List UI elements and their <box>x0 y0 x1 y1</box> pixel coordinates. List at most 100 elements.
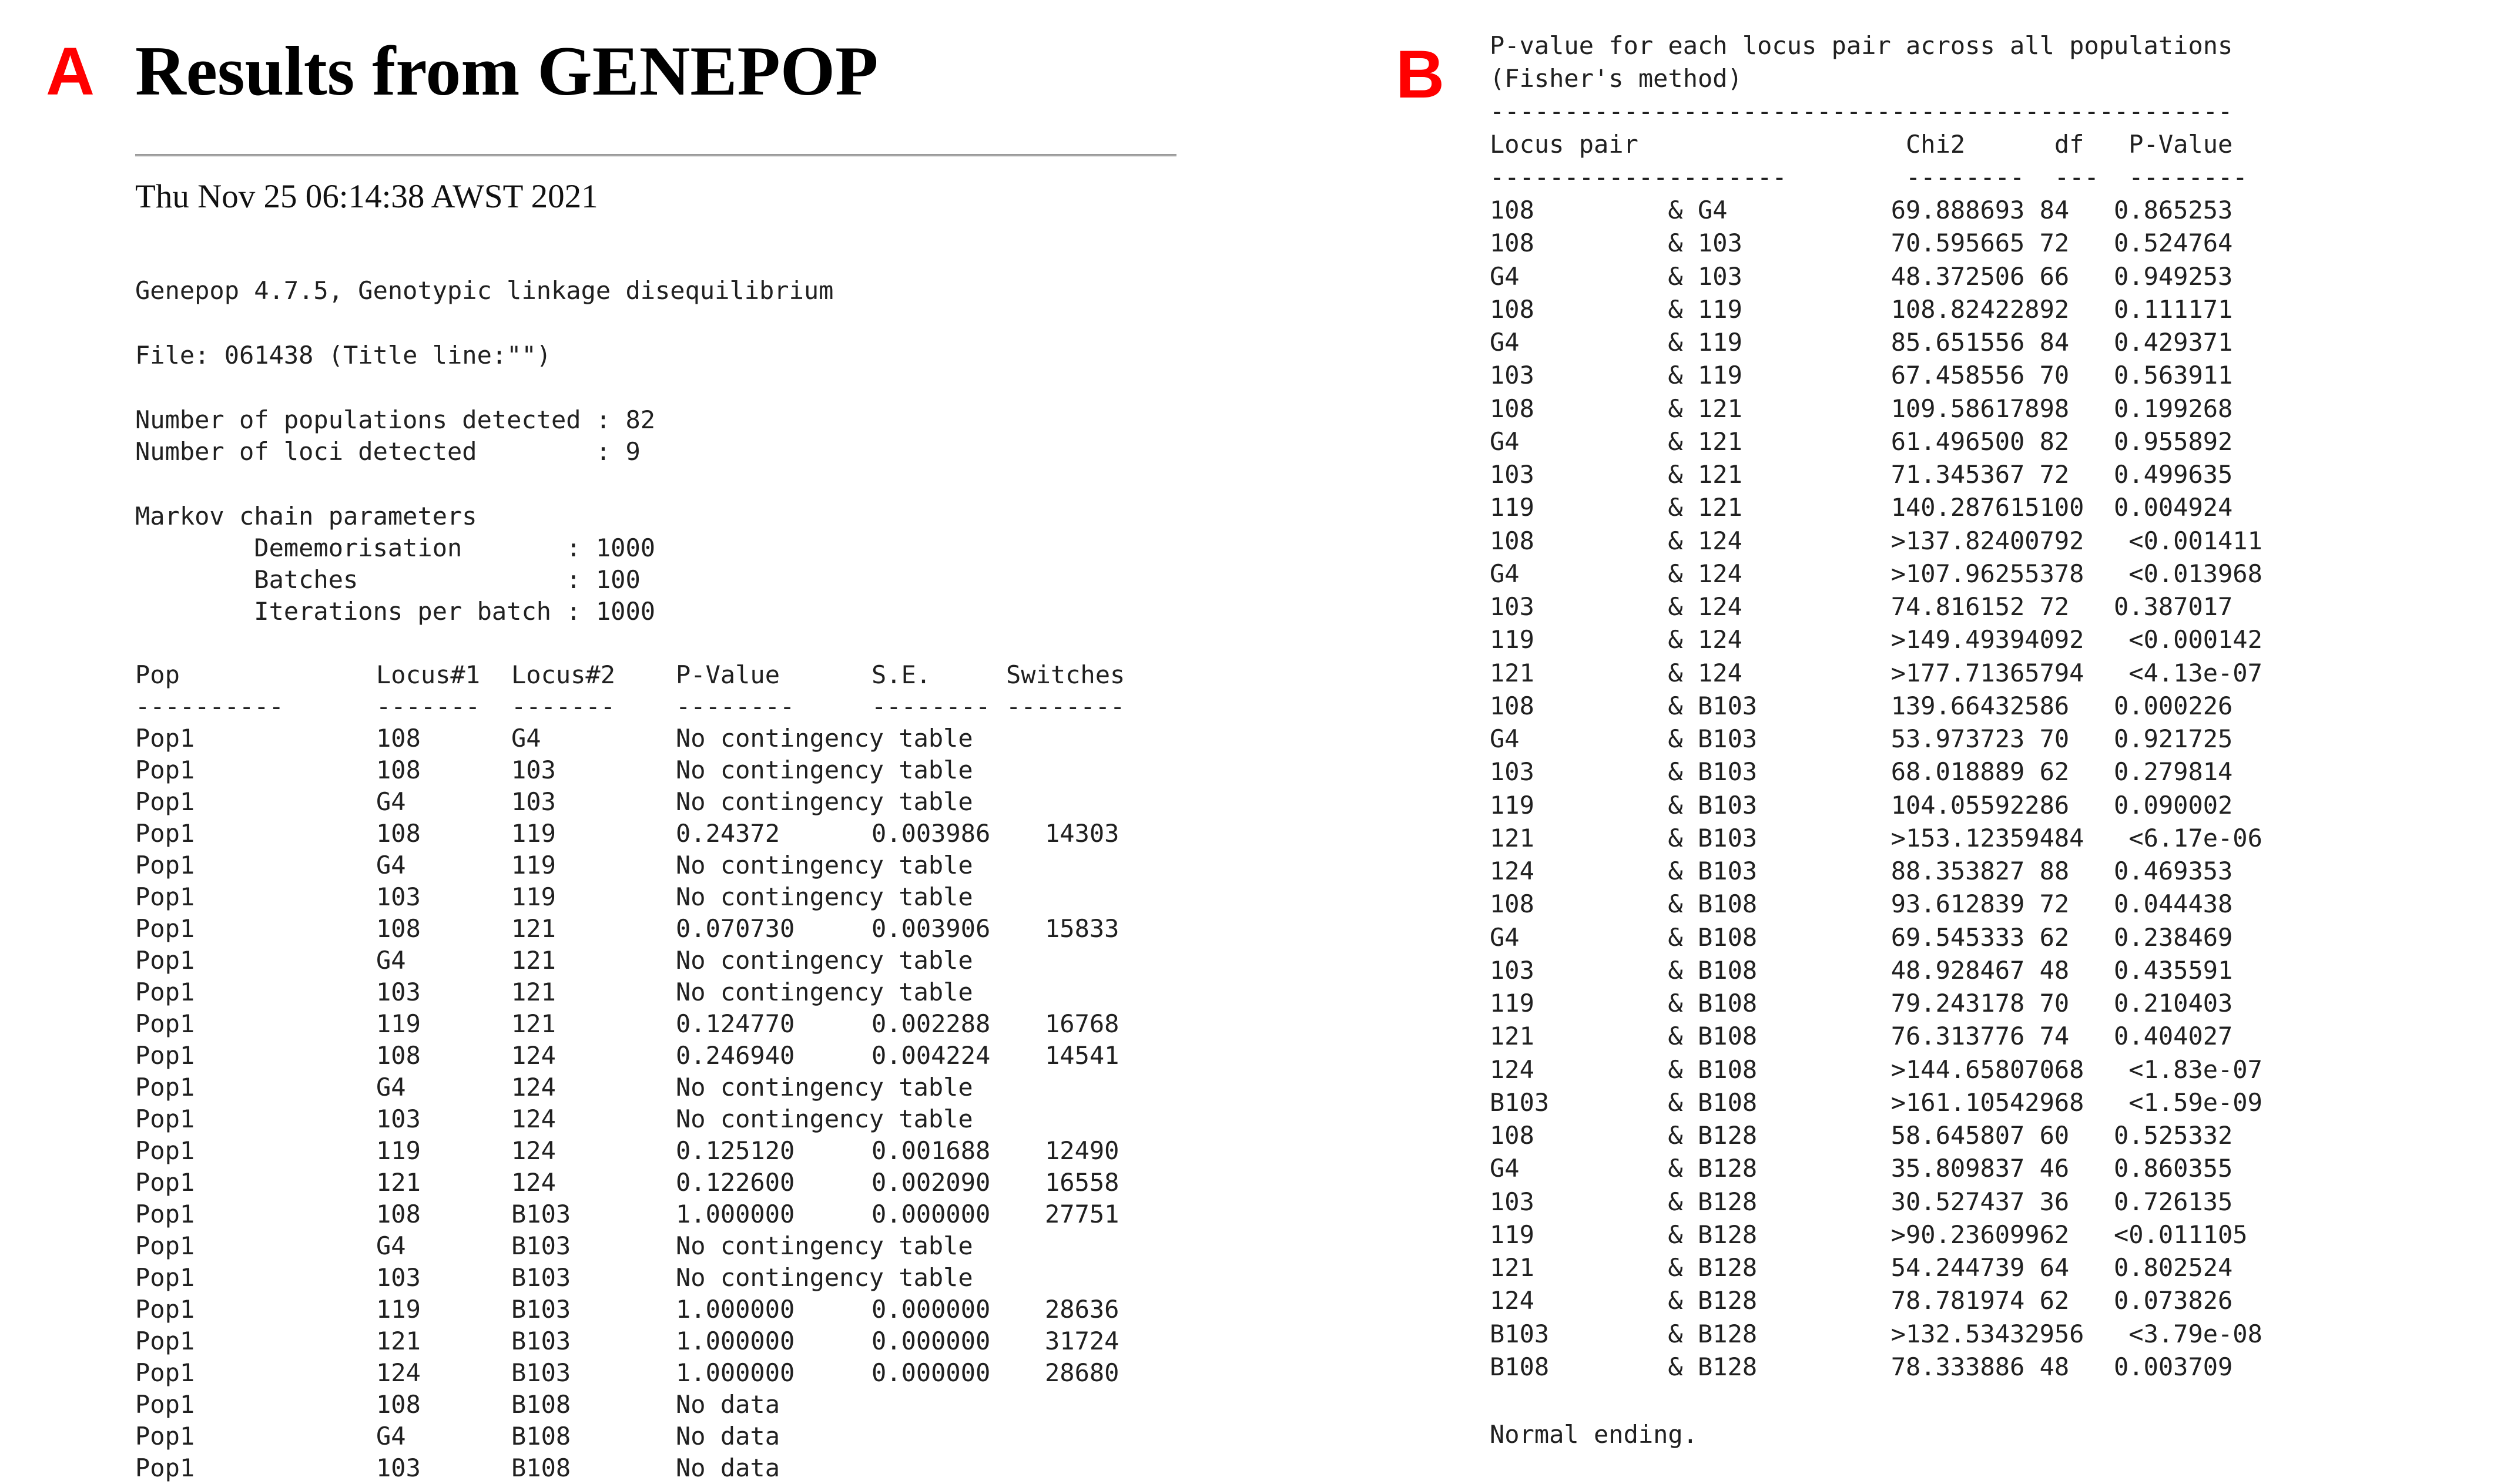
cell-pop: Pop1 <box>135 1136 195 1165</box>
cell-p-value: No data <box>676 1453 780 1482</box>
cell-p-value: 0.24372 <box>676 819 780 848</box>
locus-pair-row: 108 & B103 139.66432586 0.000226 <box>1490 691 2233 720</box>
cell-locus1: 121 <box>376 1168 421 1197</box>
cell-pop: Pop1 <box>135 1295 195 1324</box>
batches-line: Batches : 100 <box>135 565 641 594</box>
column-header-switches: Switches <box>1006 660 1125 689</box>
fisher-header-line2: (Fisher's method) <box>1490 64 1742 93</box>
cell-switches: 28680 <box>1045 1358 1119 1387</box>
cell-p-value: 1.000000 <box>676 1358 795 1387</box>
cell-locus1: G4 <box>376 787 406 816</box>
cell-pop: Pop1 <box>135 946 195 975</box>
cell-pop: Pop1 <box>135 1200 195 1228</box>
locus-pair-row: 108 & B108 93.612839 72 0.044438 <box>1490 889 2233 918</box>
locus-pair-row: G4 & 103 48.372506 66 0.949253 <box>1490 262 2233 291</box>
cell-p-value: 0.246940 <box>676 1041 795 1070</box>
cell-pop: Pop1 <box>135 914 195 943</box>
cell-p-value: No contingency table <box>676 1263 973 1292</box>
locus-pair-row: G4 & 121 61.496500 82 0.955892 <box>1490 427 2233 456</box>
cell-p-value: 0.124770 <box>676 1009 795 1038</box>
cell-locus1: G4 <box>376 1422 406 1451</box>
locus-pair-row: 108 & 119 108.82422892 0.111171 <box>1490 295 2233 324</box>
cell-se: 0.002090 <box>871 1168 991 1197</box>
cell-p-value: 0.070730 <box>676 914 795 943</box>
cell-pop: Pop1 <box>135 882 195 911</box>
locus-pair-row: 124 & B128 78.781974 62 0.073826 <box>1490 1286 2233 1315</box>
cell-pop: Pop1 <box>135 1390 195 1419</box>
panel-b-label: B <box>1396 37 1445 112</box>
cell-locus1: 119 <box>376 1009 421 1038</box>
locus-pair-row: 121 & B108 76.313776 74 0.404027 <box>1490 1022 2233 1050</box>
locus-pair-row: 108 & 121 109.58617898 0.199268 <box>1490 394 2233 423</box>
cell-p-value: 1.000000 <box>676 1327 795 1355</box>
cell-p-value: 1.000000 <box>676 1295 795 1324</box>
cell-p-value: No contingency table <box>676 946 973 975</box>
locus-pair-row: 103 & 119 67.458556 70 0.563911 <box>1490 361 2233 390</box>
cell-pop: Pop1 <box>135 1231 195 1260</box>
cell-pop: Pop1 <box>135 1263 195 1292</box>
cell-locus1: 121 <box>376 1327 421 1355</box>
run-date: Thu Nov 25 06:14:38 AWST 2021 <box>135 178 598 215</box>
cell-locus1: 103 <box>376 1104 421 1133</box>
cell-pop: Pop1 <box>135 1104 195 1133</box>
cell-locus2: 121 <box>511 1009 556 1038</box>
locus-pair-row: G4 & B103 53.973723 70 0.921725 <box>1490 724 2233 753</box>
title-divider <box>135 154 1176 157</box>
loci-count-line: Number of loci detected : 9 <box>135 437 641 466</box>
cell-pop: Pop1 <box>135 756 195 784</box>
locus-pair-row: 121 & B128 54.244739 64 0.802524 <box>1490 1253 2233 1282</box>
cell-locus1: G4 <box>376 1231 406 1260</box>
cell-locus2: 121 <box>511 978 556 1006</box>
locus-pair-row: 124 & B108 >144.65807068 <1.83e-07 <box>1490 1055 2262 1084</box>
cell-p-value: 0.122600 <box>676 1168 795 1197</box>
cell-locus2: G4 <box>511 724 541 753</box>
cell-locus1: 119 <box>376 1136 421 1165</box>
column-rule: -------------------- -------- --- ------… <box>1490 163 2248 192</box>
page-title: Results from GENEPOP <box>135 32 879 110</box>
locus-pair-row: 119 & B103 104.05592286 0.090002 <box>1490 791 2233 820</box>
column-separator-se: -------- <box>871 692 991 721</box>
locus-pair-row: G4 & B128 35.809837 46 0.860355 <box>1490 1154 2233 1183</box>
cell-locus2: 124 <box>511 1104 556 1133</box>
cell-pop: Pop1 <box>135 724 195 753</box>
panel-a-label: A <box>46 34 95 109</box>
cell-locus2: 103 <box>511 756 556 784</box>
cell-locus2: 119 <box>511 819 556 848</box>
cell-locus1: G4 <box>376 851 406 879</box>
cell-locus1: 108 <box>376 1200 421 1228</box>
locus-pair-row: 103 & 124 74.816152 72 0.387017 <box>1490 592 2233 621</box>
locus-pair-row: 119 & B128 >90.23609962 <0.011105 <box>1490 1220 2248 1249</box>
cell-locus2: B108 <box>511 1390 571 1419</box>
cell-locus2: B103 <box>511 1295 571 1324</box>
cell-p-value: No contingency table <box>676 1073 973 1102</box>
cell-locus1: 108 <box>376 1390 421 1419</box>
locus-pair-row: 103 & B128 30.527437 36 0.726135 <box>1490 1187 2233 1216</box>
populations-count-line: Number of populations detected : 82 <box>135 405 656 434</box>
cell-se: 0.000000 <box>871 1358 991 1387</box>
cell-p-value: No contingency table <box>676 851 973 879</box>
cell-p-value: No data <box>676 1390 780 1419</box>
cell-locus2: 124 <box>511 1041 556 1070</box>
cell-locus2: B103 <box>511 1327 571 1355</box>
cell-locus2: 119 <box>511 851 556 879</box>
cell-locus2: B103 <box>511 1263 571 1292</box>
cell-se: 0.000000 <box>871 1295 991 1324</box>
cell-p-value: No contingency table <box>676 882 973 911</box>
locus-pair-row: 108 & 124 >137.82400792 <0.001411 <box>1490 526 2262 555</box>
cell-switches: 28636 <box>1045 1295 1119 1324</box>
locus-pair-row: B103 & B128 >132.53432956 <3.79e-08 <box>1490 1320 2262 1348</box>
cell-pop: Pop1 <box>135 1422 195 1451</box>
cell-p-value: 0.125120 <box>676 1136 795 1165</box>
cell-locus1: G4 <box>376 1073 406 1102</box>
cell-locus2: B103 <box>511 1358 571 1387</box>
cell-pop: Pop1 <box>135 851 195 879</box>
cell-locus1: 108 <box>376 819 421 848</box>
cell-pop: Pop1 <box>135 1327 195 1355</box>
locus-pair-row: G4 & B108 69.545333 62 0.238469 <box>1490 923 2233 952</box>
program-version-line: Genepop 4.7.5, Genotypic linkage disequi… <box>135 276 834 305</box>
locus-pair-row: B108 & B128 78.333886 48 0.003709 <box>1490 1352 2233 1381</box>
locus-pair-row: 103 & 121 71.345367 72 0.499635 <box>1490 460 2233 489</box>
locus-pair-row: 108 & B128 58.645807 60 0.525332 <box>1490 1121 2233 1150</box>
column-header-locus2: Locus#2 <box>511 660 616 689</box>
locus-pair-row: 119 & B108 79.243178 70 0.210403 <box>1490 989 2233 1018</box>
